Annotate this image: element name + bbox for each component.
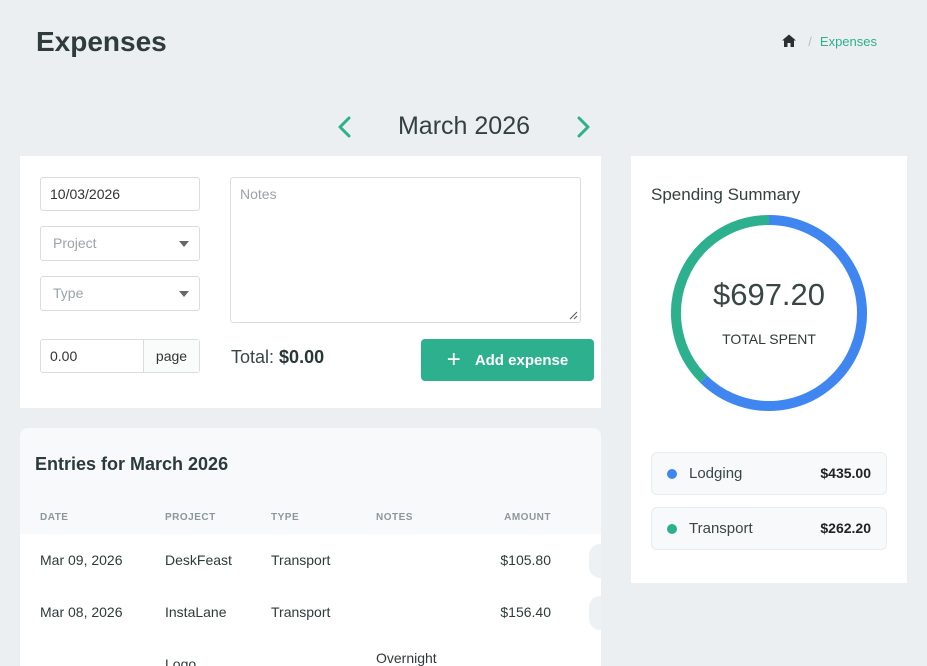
legend-dot <box>667 524 677 534</box>
date-input[interactable]: 10/03/2026 <box>40 177 200 211</box>
cell-date: Mar 09, 2026 <box>40 552 123 568</box>
total-spent-caption: TOTAL SPENT <box>722 331 816 347</box>
column-header-project[interactable]: PROJECT <box>165 512 216 523</box>
resize-grip-icon[interactable] <box>569 311 578 320</box>
month-navigator: March 2026 <box>20 108 908 148</box>
home-icon[interactable] <box>781 33 797 49</box>
page-title: Expenses <box>36 26 167 57</box>
type-select[interactable]: Type <box>40 276 200 311</box>
legend-dot <box>667 469 677 479</box>
breadcrumb: / Expenses <box>781 33 877 49</box>
row-action-button[interactable] <box>589 596 601 630</box>
column-header-amount[interactable]: AMOUNT <box>504 512 551 523</box>
cell-project: InstaLane <box>165 604 227 620</box>
legend-name: Lodging <box>689 465 743 482</box>
cell-amount: $105.80 <box>500 552 551 568</box>
project-select[interactable]: Project <box>40 226 200 261</box>
entries-heading: Entries for March 2026 <box>35 454 229 474</box>
table-row[interactable]: Logo Overnight <box>20 638 601 666</box>
notes-placeholder: Notes <box>240 186 277 202</box>
project-select-placeholder: Project <box>53 235 97 251</box>
amount-unit-addon: page <box>143 340 199 372</box>
amount-input[interactable]: 0.00 <box>41 340 143 372</box>
cell-type: Transport <box>271 604 331 620</box>
breadcrumb-separator: / <box>808 33 812 49</box>
cell-type: Transport <box>271 552 331 568</box>
table-header: DATE PROJECT TYPE NOTES AMOUNT <box>20 500 601 534</box>
summary-title: Spending Summary <box>651 185 801 204</box>
amount-input-group: 0.00 page <box>40 339 200 373</box>
legend-item-transport: Transport $262.20 <box>651 507 887 550</box>
total-label: Total: <box>231 347 275 367</box>
row-action-button[interactable] <box>589 544 601 578</box>
legend-item-lodging: Lodging $435.00 <box>651 452 887 495</box>
chevron-right-icon[interactable] <box>570 114 596 140</box>
caret-down-icon <box>179 291 189 297</box>
notes-textarea[interactable]: Notes <box>230 177 581 323</box>
column-header-type[interactable]: TYPE <box>271 512 299 523</box>
current-month-label: March 2026 <box>397 112 531 140</box>
table-row[interactable]: Mar 09, 2026 DeskFeast Transport $105.80 <box>20 534 601 586</box>
total-display: Total: $0.00 <box>231 347 324 368</box>
cell-notes: Overnight <box>376 650 437 666</box>
plus-icon: + <box>446 346 461 373</box>
cell-project: DeskFeast <box>165 552 232 568</box>
expense-entry-form: 10/03/2026 Project Type 0.00 page Notes … <box>20 156 601 408</box>
type-select-placeholder: Type <box>53 285 84 301</box>
cell-project: Logo <box>165 656 197 666</box>
donut-center: $697.20 TOTAL SPENT <box>669 213 869 413</box>
entries-panel: Entries for March 2026 DATE PROJECT TYPE… <box>20 428 601 666</box>
cell-date: Mar 08, 2026 <box>40 604 123 620</box>
cell-amount: $156.40 <box>500 604 551 620</box>
total-value: $0.00 <box>279 347 325 367</box>
column-header-notes[interactable]: NOTES <box>376 512 413 523</box>
add-expense-label: Add expense <box>474 351 569 369</box>
legend-name: Transport <box>689 520 753 537</box>
add-expense-button[interactable]: + Add expense <box>421 339 594 381</box>
legend-value: $262.20 <box>820 520 871 536</box>
total-spent-amount: $697.20 <box>712 277 826 312</box>
legend-value: $435.00 <box>820 465 871 481</box>
spending-summary-panel: Spending Summary $697.20 TOTAL SPENT Lod… <box>631 156 907 583</box>
column-header-date[interactable]: DATE <box>40 512 68 523</box>
breadcrumb-current[interactable]: Expenses <box>820 34 877 49</box>
table-row[interactable]: Mar 08, 2026 InstaLane Transport $156.40 <box>20 586 601 638</box>
caret-down-icon <box>179 241 189 247</box>
